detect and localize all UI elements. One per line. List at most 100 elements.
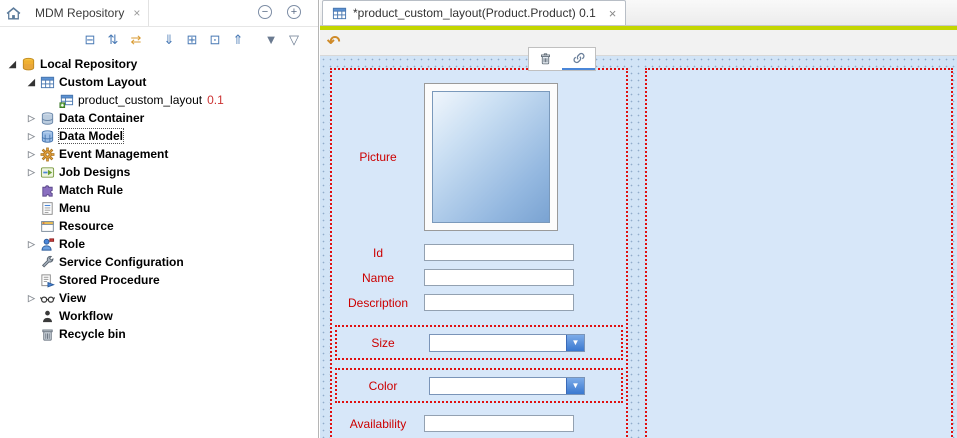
expand-arrow-icon[interactable]: ▷ xyxy=(25,113,38,124)
tree-item-label: Custom Layout xyxy=(59,75,146,89)
tree-item-custom-layout[interactable]: ◢ Custom Layout xyxy=(0,73,318,91)
collapse-arrow-icon[interactable]: ◢ xyxy=(6,59,19,70)
field-label-color: Color xyxy=(337,379,429,393)
expand-arrow-icon[interactable]: ▷ xyxy=(25,131,38,142)
home-icon[interactable] xyxy=(5,4,23,22)
tree-item-match-rule[interactable]: Match Rule xyxy=(0,181,318,199)
field-row-picture[interactable]: Picture xyxy=(332,78,626,236)
tree-item-local-repository[interactable]: ◢ Local Repository xyxy=(0,55,318,73)
field-row-description[interactable]: Description xyxy=(332,290,626,315)
repository-toolbar: ⊟ ⇅ ⇄ ⇓ ⊞ ⊡ ⇑ ▼ ▽ xyxy=(0,27,318,52)
resource-icon xyxy=(38,219,56,234)
menu-icon xyxy=(38,201,56,216)
panel-title: MDM Repository xyxy=(35,6,124,20)
field-label-availability: Availability xyxy=(332,417,424,431)
stored-procedure-icon xyxy=(38,273,56,288)
tree-item-recycle-bin[interactable]: Recycle bin xyxy=(0,325,318,343)
synchronize-icon[interactable]: ⇅ xyxy=(105,32,121,48)
expand-arrow-icon[interactable]: ▷ xyxy=(25,239,38,250)
layout-file-icon xyxy=(332,6,347,20)
refresh-icon[interactable]: ⇄ xyxy=(128,32,144,48)
data-model-icon xyxy=(38,129,56,144)
tree-item-resource[interactable]: Resource xyxy=(0,217,318,235)
combo-value xyxy=(430,378,566,394)
workflow-icon xyxy=(38,309,56,324)
import-item-icon[interactable]: ⇓ xyxy=(161,32,177,48)
event-management-icon xyxy=(38,147,56,162)
custom-layout-icon xyxy=(38,75,56,90)
field-row-name[interactable]: Name xyxy=(332,265,626,290)
maximize-view-button[interactable]: + xyxy=(287,5,301,19)
tree-item-workflow[interactable]: Workflow xyxy=(0,307,318,325)
color-dropdown[interactable]: ▼ xyxy=(429,377,585,395)
combo-arrow-icon[interactable]: ▼ xyxy=(566,378,584,394)
delete-widget-icon[interactable] xyxy=(529,48,562,70)
field-row-id[interactable]: Id xyxy=(332,240,626,265)
expand-arrow-icon[interactable]: ▷ xyxy=(25,293,38,304)
role-icon xyxy=(38,237,56,252)
tree-item-label: Workflow xyxy=(59,309,113,323)
tree-item-data-container[interactable]: ▷ Data Container xyxy=(0,109,318,127)
tree-item-role[interactable]: ▷Role xyxy=(0,235,318,253)
data-container-icon xyxy=(38,111,56,126)
editor-tab-title: *product_custom_layout(Product.Product) … xyxy=(353,6,596,20)
tree-item-job-designs[interactable]: ▷ Job Designs xyxy=(0,163,318,181)
layout-item-icon xyxy=(57,93,75,108)
repository-view-tab[interactable]: MDM Repository × xyxy=(27,0,149,26)
availability-input[interactable] xyxy=(424,415,574,432)
view-close-icon[interactable]: × xyxy=(133,7,140,19)
tree-item-data-model[interactable]: ▷Data Model xyxy=(0,127,318,145)
form-design-canvas: Picture Id Name Description Size ▼ Color ▼ Avail… xyxy=(320,56,957,438)
item-version: 0.1 xyxy=(207,93,224,107)
mdm-repository-panel: MDM Repository × − + ⊟⇅⇄⇓⊞⊡⇑▼▽ ◢Local Re… xyxy=(0,0,319,438)
editor-toolbar: ↶ xyxy=(320,30,957,56)
collapse-all-icon[interactable]: ⊟ xyxy=(82,32,98,48)
tree-item-label: Job Designs xyxy=(59,165,130,179)
field-label-id: Id xyxy=(332,246,424,260)
field-label-description: Description xyxy=(332,296,424,310)
collapse-arrow-icon[interactable]: ◢ xyxy=(25,77,38,88)
tab-close-icon[interactable]: × xyxy=(609,6,617,21)
field-row-availability[interactable]: Availability xyxy=(332,411,626,436)
tree-item-view[interactable]: ▷View xyxy=(0,289,318,307)
field-label-size: Size xyxy=(337,336,429,350)
tree-item-label: Service Configuration xyxy=(59,255,184,269)
recycle-bin-icon xyxy=(38,327,56,342)
expand-arrow-icon[interactable]: ▷ xyxy=(25,149,38,160)
description-input[interactable] xyxy=(424,294,574,311)
form-panel-widget[interactable]: Picture Id Name Description Size ▼ Color ▼ Avail… xyxy=(330,68,628,438)
tree-item-label: Local Repository xyxy=(40,57,137,71)
field-group-color[interactable]: Color ▼ xyxy=(335,368,623,403)
minimize-view-button[interactable]: − xyxy=(258,5,272,19)
repository-tree: ◢Local Repository◢Custom Layoutproduct_c… xyxy=(0,52,318,343)
combo-value xyxy=(430,335,566,351)
duplicate-item-icon[interactable]: ⊡ xyxy=(207,32,223,48)
link-widget-icon[interactable] xyxy=(562,48,595,70)
editor-tab[interactable]: *product_custom_layout(Product.Product) … xyxy=(322,0,626,25)
tree-item-label: Data Container xyxy=(59,111,144,125)
copy-item-icon[interactable]: ⊞ xyxy=(184,32,200,48)
combo-arrow-icon[interactable]: ▼ xyxy=(566,335,584,351)
tree-item-label: Match Rule xyxy=(59,183,123,197)
view-menu-icon[interactable]: ▽ xyxy=(286,32,302,48)
expand-arrow-icon[interactable]: ▷ xyxy=(25,167,38,178)
undo-icon[interactable]: ↶ xyxy=(327,35,340,51)
field-label-picture: Picture xyxy=(332,150,424,164)
service-configuration-icon xyxy=(38,255,56,270)
filter-icon[interactable]: ▼ xyxy=(263,32,279,47)
job-designs-icon xyxy=(38,165,56,180)
field-group-size[interactable]: Size ▼ xyxy=(335,325,623,360)
size-dropdown[interactable]: ▼ xyxy=(429,334,585,352)
export-item-icon[interactable]: ⇑ xyxy=(230,32,246,48)
empty-panel-widget[interactable] xyxy=(645,68,953,438)
tree-item-label: product_custom_layout xyxy=(78,93,202,107)
tree-item-event-management[interactable]: ▷Event Management xyxy=(0,145,318,163)
name-input[interactable] xyxy=(424,269,574,286)
tree-item-stored-procedure[interactable]: Stored Procedure xyxy=(0,271,318,289)
id-input[interactable] xyxy=(424,244,574,261)
tree-item-menu[interactable]: Menu xyxy=(0,199,318,217)
picture-widget[interactable] xyxy=(424,83,558,231)
panel-header: MDM Repository × − + xyxy=(0,0,318,27)
tree-item-product-custom-layout[interactable]: product_custom_layout 0.1 xyxy=(0,91,318,109)
tree-item-service-configuration[interactable]: Service Configuration xyxy=(0,253,318,271)
